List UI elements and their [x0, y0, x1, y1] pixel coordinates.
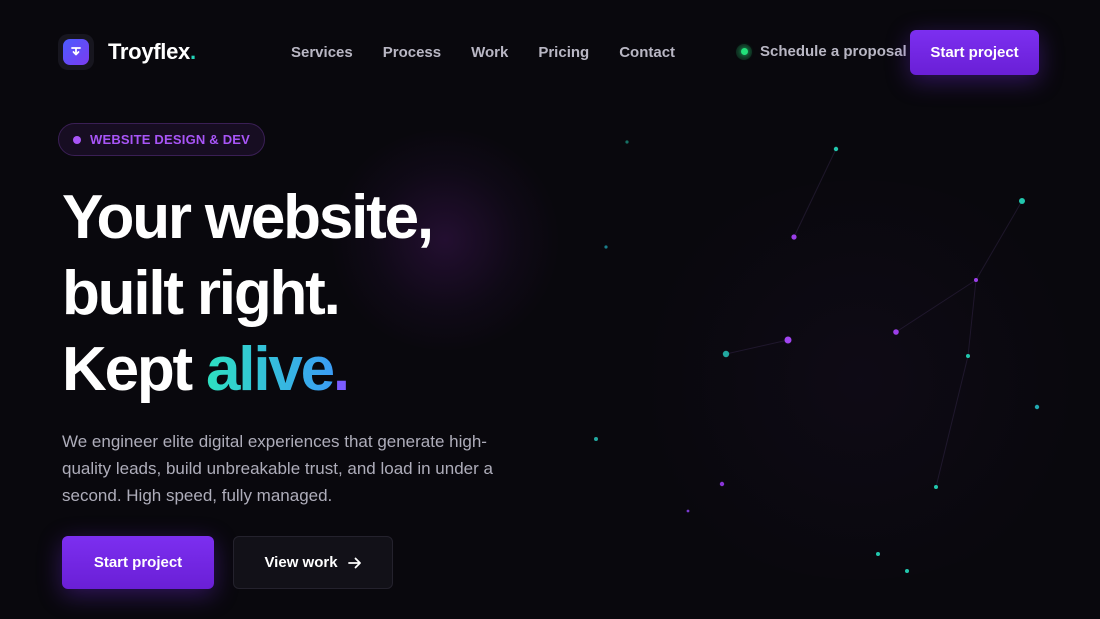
headline-line-3: Kept alive.: [62, 335, 350, 404]
nav-services[interactable]: Services: [291, 44, 353, 61]
hero-badge: WEBSITE DESIGN & DEV: [58, 123, 266, 156]
hero-start-project-button[interactable]: Start project: [62, 536, 214, 589]
headline-line-2: built right.: [62, 259, 341, 328]
nav-work[interactable]: Work: [471, 44, 508, 61]
badge-dot-icon: [73, 135, 81, 144]
hero-description: We engineer elite digital experiences th…: [62, 432, 493, 505]
hero-headline: Your website, built right. Kept alive.: [62, 180, 434, 408]
network-nodes: [594, 140, 1040, 573]
view-work-button[interactable]: View work: [233, 536, 393, 589]
arrow-right-icon: [347, 557, 361, 568]
logo-icon: [58, 34, 94, 70]
nav-pricing[interactable]: Pricing: [538, 44, 589, 61]
header-start-project-button[interactable]: Start project: [910, 30, 1039, 75]
badge-label: WEBSITE DESIGN & DEV: [90, 132, 251, 147]
headline-accent-word: alive: [206, 335, 335, 404]
brand-name: Troyflex.: [108, 39, 196, 64]
network-graphic: [594, 140, 1040, 573]
site-header: Troyflex. Services Process Work Pricing …: [0, 0, 1100, 100]
brand-logo[interactable]: Troyflex.: [58, 34, 196, 70]
nav-contact[interactable]: Contact: [619, 44, 675, 61]
schedule-proposal-label: Schedule a proposal: [760, 43, 907, 60]
view-work-label: View work: [264, 554, 338, 571]
main-nav: Services Process Work Pricing Contact: [291, 44, 675, 61]
headline-line-1: Your website,: [62, 183, 434, 252]
status-dot-icon: [736, 43, 752, 60]
nav-process[interactable]: Process: [383, 44, 441, 61]
schedule-proposal-link[interactable]: Schedule a proposal: [736, 43, 907, 60]
